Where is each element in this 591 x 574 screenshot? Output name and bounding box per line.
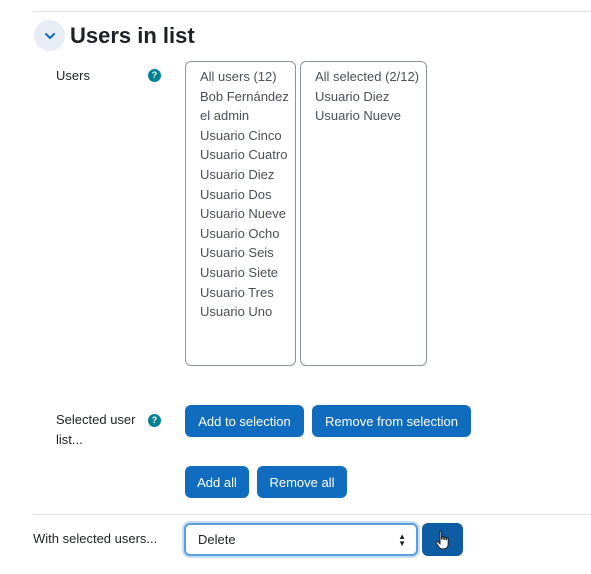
available-user-option[interactable]: Bob Fernández xyxy=(186,87,295,107)
remove-from-selection-button[interactable]: Remove from selection xyxy=(312,405,471,437)
bulk-action-select[interactable]: Delete ▲ ▼ xyxy=(184,523,418,556)
available-user-option[interactable]: Usuario Dos xyxy=(186,185,295,205)
remove-all-button[interactable]: Remove all xyxy=(257,466,347,498)
available-user-option[interactable]: Usuario Siete xyxy=(186,263,295,283)
users-help-icon[interactable]: ? xyxy=(148,69,161,82)
top-divider xyxy=(33,11,591,12)
available-user-option[interactable]: Usuario Tres xyxy=(186,283,295,303)
users-label: Users xyxy=(56,68,90,83)
available-user-option[interactable]: Usuario Uno xyxy=(186,302,295,322)
selected-user-list-label: Selected user list... xyxy=(56,412,136,447)
available-user-option[interactable]: el admin xyxy=(186,106,295,126)
selected-user-option[interactable]: All selected (2/12) xyxy=(301,67,426,87)
available-user-option[interactable]: All users (12) xyxy=(186,67,295,87)
available-user-option[interactable]: Usuario Seis xyxy=(186,243,295,263)
add-all-button[interactable]: Add all xyxy=(185,466,249,498)
collapse-section-button[interactable] xyxy=(34,20,65,51)
go-button[interactable] xyxy=(422,523,463,556)
available-user-option[interactable]: Usuario Cinco xyxy=(186,126,295,146)
selection-help-icon[interactable]: ? xyxy=(148,414,161,427)
available-user-option[interactable]: Usuario Diez xyxy=(186,165,295,185)
available-user-option[interactable]: Usuario Nueve xyxy=(186,204,295,224)
with-selected-users-label: With selected users... xyxy=(33,531,158,546)
selected-user-option[interactable]: Usuario Diez xyxy=(301,87,426,107)
add-to-selection-button[interactable]: Add to selection xyxy=(185,405,304,437)
chevron-down-icon xyxy=(44,32,55,39)
select-arrows-icon: ▲ ▼ xyxy=(398,532,406,548)
available-user-option[interactable]: Usuario Ocho xyxy=(186,224,295,244)
cursor-hand-icon xyxy=(435,529,449,549)
available-user-option[interactable]: Usuario Cuatro xyxy=(186,145,295,165)
bulk-action-selected-value: Delete xyxy=(198,532,236,547)
bottom-divider xyxy=(33,514,591,515)
section-title: Users in list xyxy=(70,23,195,48)
selected-user-option[interactable]: Usuario Nueve xyxy=(301,106,426,126)
selected-users-list[interactable]: All selected (2/12) Usuario Diez Usuario N… xyxy=(300,61,427,366)
available-users-list[interactable]: All users (12) Bob Fernández el admin Usuar… xyxy=(185,61,296,366)
